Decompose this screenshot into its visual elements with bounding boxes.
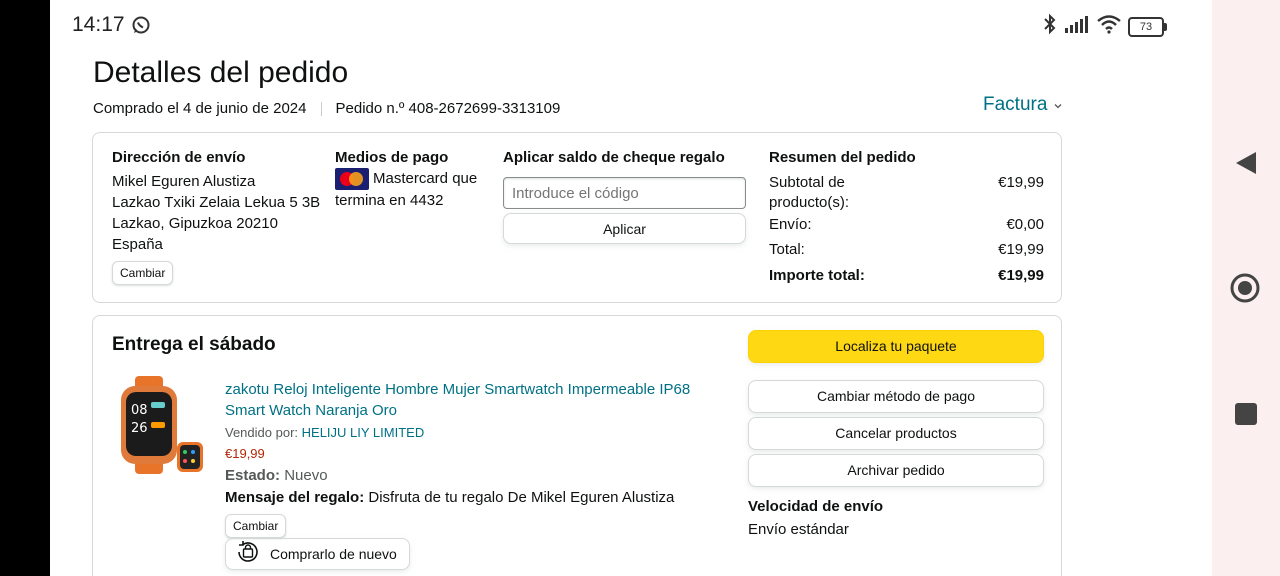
whatsapp-icon — [131, 15, 151, 40]
gift-message-label: Mensaje del regalo: — [225, 489, 365, 506]
android-nav-bar — [1212, 0, 1280, 576]
back-icon[interactable] — [1234, 150, 1258, 181]
product-title-link[interactable]: zakotu Reloj Inteligente Hombre Mujer Sm… — [225, 379, 725, 421]
product-price: €19,99 — [225, 446, 265, 461]
order-subline: Comprado el 4 de junio de 2024 Pedido n.… — [93, 100, 560, 117]
delivery-heading: Entrega el sábado — [112, 334, 276, 355]
address-line: Lazkao Txiki Zelaia Lekua 5 3B — [112, 194, 321, 211]
gift-card-label: Aplicar saldo de cheque regalo — [503, 149, 725, 166]
wifi-icon — [1096, 14, 1122, 39]
shipping-speed-label: Velocidad de envío — [748, 498, 884, 515]
shipping-speed-value: Envío estándar — [748, 521, 849, 538]
svg-text:08: 08 — [131, 403, 148, 418]
shipping-cost-label: Envío: — [769, 216, 812, 233]
battery-icon: 73 — [1128, 16, 1167, 37]
sold-by-label: Vendido por: — [225, 425, 299, 440]
buy-again-label: Comprarlo de nuevo — [270, 546, 397, 562]
invoice-dropdown[interactable]: Factura — [983, 94, 1063, 116]
invoice-label: Factura — [983, 94, 1048, 115]
sold-by: Vendido por: HELIJU LIY LIMITED — [225, 425, 725, 440]
shipping-cost-value: €0,00 — [1006, 216, 1044, 233]
order-summary: Resumen del pedido Subtotal de producto(s… — [769, 149, 1044, 286]
total-value: €19,99 — [998, 241, 1044, 258]
buy-again-button[interactable]: Comprarlo de nuevo — [225, 538, 410, 570]
condition: Estado: Nuevo — [225, 465, 725, 486]
seller-link[interactable]: HELIJU LIY LIMITED — [302, 425, 425, 440]
gift-code-input[interactable] — [503, 177, 746, 209]
app-screen: 14:17 73 Detalles del pedido Comprado el… — [50, 0, 1212, 576]
page-title: Detalles del pedido — [93, 56, 349, 89]
grand-total-row: Importe total: €19,99 — [769, 266, 1044, 286]
gift-card-section: Aplicar saldo de cheque regalo Aplicar — [503, 149, 753, 279]
change-gift-button[interactable]: Cambiar — [225, 514, 287, 538]
total-label: Total: — [769, 241, 805, 258]
svg-text:26: 26 — [131, 421, 148, 436]
change-address-button[interactable]: Cambiar — [112, 261, 174, 285]
subtotal-row: Subtotal de producto(s): €19,99 — [769, 173, 1044, 213]
shipping-address: Mikel Eguren Alustiza Lazkao Txiki Zelai… — [112, 171, 327, 255]
grand-total-label: Importe total: — [769, 267, 865, 284]
delivery-card: Entrega el sábado 08 26 zakotu Reloj Int… — [92, 315, 1062, 576]
condition-label: Estado: — [225, 467, 281, 484]
apply-button[interactable]: Aplicar — [503, 213, 746, 244]
condition-value: Nuevo — [284, 467, 328, 484]
address-line: Mikel Eguren Alustiza — [112, 173, 256, 190]
product-image[interactable]: 08 26 — [117, 376, 207, 476]
shipping-cost-row: Envío: €0,00 — [769, 215, 1044, 235]
gift-message-text: Disfruta de tu regalo De Mikel Eguren Al… — [368, 489, 675, 506]
change-payment-button[interactable]: Cambiar método de pago — [748, 380, 1044, 413]
buy-again-icon — [234, 540, 262, 569]
payment-line: Mastercard que — [373, 170, 478, 187]
status-icons: 73 — [1042, 13, 1167, 40]
order-actions: Localiza tu paquete Cambiar método de pa… — [748, 330, 1044, 540]
status-time: 14:17 — [72, 13, 125, 36]
grand-total-value: €19,99 — [998, 267, 1044, 284]
home-icon[interactable] — [1230, 273, 1260, 308]
shipping-label: Dirección de envío — [112, 149, 246, 166]
address-line: Lazkao, Gipuzkoa 20210 — [112, 215, 278, 232]
payment-method: Mastercard que termina en 4432 — [335, 168, 495, 211]
archive-order-button[interactable]: Archivar pedido — [748, 454, 1044, 487]
subtotal-label: Subtotal de producto(s): — [769, 174, 850, 211]
order-number: Pedido n.º 408-2672699-3313109 — [335, 100, 561, 117]
divider — [320, 101, 322, 116]
product-details: zakotu Reloj Inteligente Hombre Mujer Sm… — [225, 379, 725, 538]
bluetooth-icon — [1042, 13, 1058, 40]
payment-line: termina en 4432 — [335, 192, 444, 210]
shipping-section: Dirección de envío Mikel Eguren Alustiza… — [112, 149, 327, 285]
recents-icon[interactable] — [1235, 403, 1257, 430]
order-date: Comprado el 4 de junio de 2024 — [93, 100, 307, 117]
payment-section: Medios de pago Mastercard que termina en… — [335, 149, 495, 211]
order-info-card: Dirección de envío Mikel Eguren Alustiza… — [92, 132, 1062, 303]
total-row: Total: €19,99 — [769, 240, 1044, 260]
track-package-button[interactable]: Localiza tu paquete — [748, 330, 1044, 363]
address-line: España — [112, 236, 163, 253]
signal-icon — [1064, 14, 1090, 39]
summary-label: Resumen del pedido — [769, 149, 916, 166]
chevron-down-icon — [1053, 94, 1063, 116]
gift-message: Mensaje del regalo: Disfruta de tu regal… — [225, 487, 725, 508]
mastercard-icon — [335, 168, 369, 191]
subtotal-value: €19,99 — [998, 174, 1044, 191]
payment-label: Medios de pago — [335, 149, 449, 166]
cancel-items-button[interactable]: Cancelar productos — [748, 417, 1044, 450]
